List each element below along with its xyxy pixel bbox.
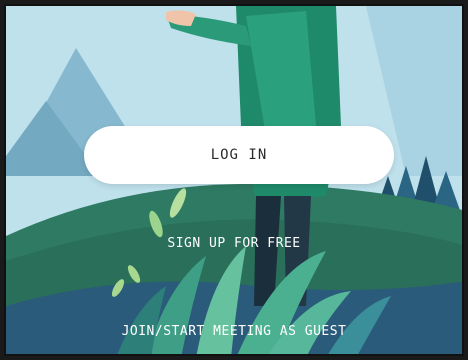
login-button-label: LOG IN: [210, 147, 268, 163]
welcome-screen: LOG IN SIGN UP FOR FREE JOIN/START MEETI…: [4, 4, 464, 356]
login-button[interactable]: LOG IN: [84, 126, 394, 184]
signup-link[interactable]: SIGN UP FOR FREE: [6, 236, 462, 251]
join-as-guest-link[interactable]: JOIN/START MEETING AS GUEST: [6, 324, 462, 339]
